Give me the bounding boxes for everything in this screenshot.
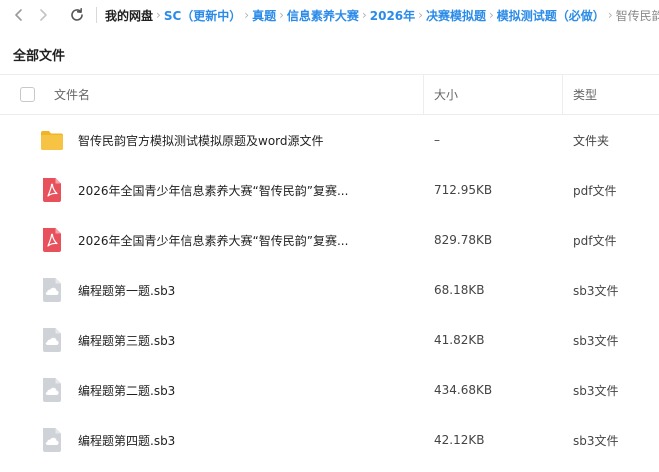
table-row[interactable]: 编程题第三题.sb3 41.82KB sb3文件: [0, 315, 659, 365]
breadcrumb-separator: ›: [244, 8, 250, 22]
file-type: sb3文件: [573, 333, 619, 348]
file-type: sb3文件: [573, 283, 619, 298]
cloud-file-icon: [40, 277, 64, 303]
select-all-checkbox[interactable]: [20, 87, 35, 102]
table-row[interactable]: 智传民韵官方模拟测试模拟原题及word源文件 – 文件夹: [0, 115, 659, 165]
file-size: 42.12KB: [434, 433, 485, 447]
breadcrumb-item[interactable]: SC（更新中）: [164, 7, 241, 24]
file-name[interactable]: 2026年全国青少年信息素养大赛“智传民韵”复赛...: [78, 165, 348, 215]
breadcrumb-separator: ›: [361, 8, 367, 22]
breadcrumb-item[interactable]: 我的网盘: [105, 7, 153, 24]
file-size: 68.18KB: [434, 283, 485, 297]
refresh-icon: [71, 8, 83, 21]
page-title: 全部文件: [13, 49, 66, 64]
file-name[interactable]: 智传民韵官方模拟测试模拟原题及word源文件: [78, 115, 324, 165]
top-navigation-bar: 我的网盘 › SC（更新中） › 真题 › 信息素养大赛 › 2026年 › 决赛模拟题 › 模拟测试题…: [0, 0, 659, 30]
file-name[interactable]: 编程题第二题.sb3: [78, 365, 175, 415]
file-name[interactable]: 编程题第一题.sb3: [78, 265, 175, 315]
refresh-button[interactable]: [66, 4, 88, 26]
pdf-icon: [40, 177, 64, 203]
file-name[interactable]: 2026年全国青少年信息素养大赛“智传民韵”复赛...: [78, 215, 348, 265]
breadcrumb: 我的网盘 › SC（更新中） › 真题 › 信息素养大赛 › 2026年 › 决赛模拟题 › 模拟测试题…: [105, 7, 659, 24]
breadcrumb-item[interactable]: 2026年: [370, 7, 415, 24]
file-name[interactable]: 编程题第三题.sb3: [78, 315, 175, 365]
table-row[interactable]: 编程题第四题.sb3 42.12KB sb3文件: [0, 415, 659, 465]
file-type: sb3文件: [573, 433, 619, 448]
folder-icon: [40, 127, 64, 153]
breadcrumb-item[interactable]: 决赛模拟题: [426, 7, 486, 24]
column-header-name[interactable]: 文件名: [54, 75, 90, 114]
column-header-type[interactable]: 类型: [573, 75, 597, 114]
cloud-file-icon: [40, 427, 64, 453]
cloud-file-icon: [40, 327, 64, 353]
file-size: 41.82KB: [434, 333, 485, 347]
file-list: 智传民韵官方模拟测试模拟原题及word源文件 – 文件夹 2026年全国青少年信息素养…: [0, 115, 659, 465]
file-type: pdf文件: [573, 233, 617, 248]
breadcrumb-separator: ›: [418, 8, 423, 22]
column-divider[interactable]: [562, 75, 563, 114]
pdf-icon: [40, 227, 64, 253]
file-size: 434.68KB: [434, 383, 493, 397]
column-header-size[interactable]: 大小: [434, 75, 458, 114]
file-size: –: [434, 133, 440, 147]
table-row[interactable]: 2026年全国青少年信息素养大赛“智传民韵”复赛... 829.78KB pdf文件: [0, 215, 659, 265]
column-divider[interactable]: [423, 75, 424, 114]
breadcrumb-item[interactable]: 真题: [252, 7, 276, 24]
file-table-header: 文件名 大小 类型: [0, 74, 659, 115]
breadcrumb-item: 智传民韵: [615, 8, 659, 23]
chevron-left-icon: [15, 9, 22, 21]
forward-button[interactable]: [32, 4, 54, 26]
breadcrumb-item[interactable]: 模拟测试题（必做）: [497, 7, 605, 24]
file-type: 文件夹: [573, 133, 610, 148]
file-type: sb3文件: [573, 383, 619, 398]
cloud-file-icon: [40, 377, 64, 403]
breadcrumb-separator: ›: [279, 8, 284, 22]
back-button[interactable]: [8, 4, 30, 26]
chevron-right-icon: [40, 9, 47, 21]
table-row[interactable]: 编程题第二题.sb3 434.68KB sb3文件: [0, 365, 659, 415]
file-name[interactable]: 编程题第四题.sb3: [78, 415, 175, 465]
file-size: 829.78KB: [434, 233, 493, 247]
breadcrumb-item[interactable]: 信息素养大赛: [287, 7, 359, 24]
toolbar-divider: [96, 7, 97, 23]
table-row[interactable]: 编程题第一题.sb3 68.18KB sb3文件: [0, 265, 659, 315]
breadcrumb-separator: ›: [488, 8, 494, 22]
table-row[interactable]: 2026年全国青少年信息素养大赛“智传民韵”复赛... 712.95KB pdf文件: [0, 165, 659, 215]
file-type: pdf文件: [573, 183, 617, 198]
breadcrumb-separator: ›: [607, 8, 613, 22]
breadcrumb-separator: ›: [156, 8, 161, 22]
file-size: 712.95KB: [434, 183, 493, 197]
